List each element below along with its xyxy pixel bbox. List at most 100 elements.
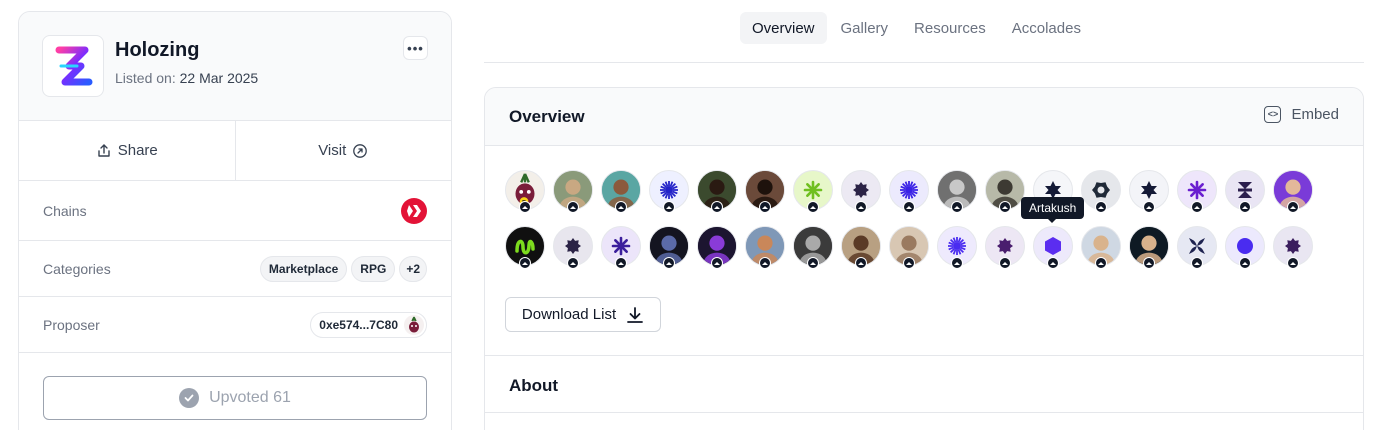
hive-chain-icon[interactable] <box>401 197 427 224</box>
upvote-badge-icon <box>903 257 915 269</box>
upvote-badge-icon <box>615 201 627 213</box>
upvote-badge-icon <box>951 257 963 269</box>
download-icon <box>627 306 644 323</box>
proposer-pill[interactable]: 0xe574...7C80 <box>310 311 427 338</box>
supporter-avatar[interactable] <box>1129 226 1169 269</box>
embed-label: Embed <box>1291 106 1339 123</box>
supporter-avatar[interactable]: P <box>505 170 545 213</box>
upvote-badge-icon <box>567 201 579 213</box>
listed-value: 22 Mar 2025 <box>179 70 259 86</box>
supporter-avatar[interactable] <box>1177 170 1217 213</box>
upvote-badge-icon <box>1191 257 1203 269</box>
gear-blob-icon <box>997 238 1013 254</box>
supporter-avatar[interactable] <box>1177 226 1217 269</box>
upvote-badge-icon <box>1143 201 1155 213</box>
listed-date: Listed on: 22 Mar 2025 <box>115 70 258 86</box>
supporter-avatar[interactable] <box>889 226 929 269</box>
more-options-button[interactable]: ••• <box>403 36 428 60</box>
supporter-avatar[interactable] <box>985 170 1025 213</box>
upvote-badge-icon <box>951 201 963 213</box>
upvote-badge-icon <box>519 201 531 213</box>
upvote-badge-icon <box>807 201 819 213</box>
supporter-avatar[interactable] <box>1081 170 1121 213</box>
sunburst-icon <box>900 181 918 199</box>
supporter-avatar[interactable] <box>745 226 785 269</box>
petal-x-icon <box>1189 238 1205 254</box>
supporter-avatar[interactable] <box>697 170 737 213</box>
supporter-avatar[interactable] <box>1033 226 1073 269</box>
supporter-avatar[interactable] <box>841 226 881 269</box>
overview-card: Overview <> Embed P Artakush Download Li… <box>484 87 1364 430</box>
supporter-avatar[interactable] <box>985 226 1025 269</box>
check-icon <box>179 388 200 408</box>
project-name: Holozing <box>115 39 200 61</box>
supporter-avatar[interactable] <box>937 226 977 269</box>
category-tags: Marketplace RPG +2 <box>259 255 427 282</box>
listed-label: Listed on: <box>115 70 176 86</box>
upvote-badge-icon <box>1287 257 1299 269</box>
upvote-badge-icon <box>1287 201 1299 213</box>
action-row: Share Visit <box>19 120 451 181</box>
tab-accolades[interactable]: Accolades <box>1000 12 1093 44</box>
proposer-avatar <box>404 314 424 335</box>
tab-resources[interactable]: Resources <box>902 12 998 44</box>
upvote-badge-icon <box>855 201 867 213</box>
asterisk-icon <box>1187 180 1207 200</box>
supporter-avatar[interactable] <box>1225 226 1265 269</box>
embed-button[interactable]: <> Embed <box>1264 106 1339 123</box>
tab-divider <box>484 62 1364 63</box>
tab-overview[interactable]: Overview <box>740 12 827 44</box>
gear-icon <box>1092 182 1110 198</box>
upvote-button[interactable]: Upvoted 61 <box>43 376 427 420</box>
upvote-badge-icon <box>1047 257 1059 269</box>
supporter-avatar[interactable] <box>553 170 593 213</box>
proposer-label: Proposer <box>43 316 100 333</box>
gear-blob-icon <box>1285 238 1301 254</box>
supporter-avatar[interactable] <box>601 170 641 213</box>
share-button[interactable]: Share <box>19 121 235 180</box>
category-tag[interactable]: Marketplace <box>259 255 348 282</box>
supporter-avatar[interactable] <box>505 226 545 269</box>
supporter-avatar[interactable] <box>1225 170 1265 213</box>
holozing-logo-icon <box>55 46 93 86</box>
supporter-avatar[interactable] <box>937 170 977 213</box>
download-label: Download List <box>521 306 617 323</box>
upvote-badge-icon <box>711 201 723 213</box>
upvote-badge-icon <box>663 257 675 269</box>
upvote-badge-icon <box>1239 201 1251 213</box>
categories-label: Categories <box>43 260 111 277</box>
supporter-avatar[interactable] <box>649 170 689 213</box>
supporter-avatar[interactable] <box>1081 226 1121 269</box>
category-tag[interactable]: RPG <box>351 255 396 282</box>
supporter-avatar[interactable] <box>745 170 785 213</box>
supporter-avatar[interactable] <box>793 170 833 213</box>
external-link-icon <box>353 143 368 158</box>
supporter-avatar[interactable] <box>841 170 881 213</box>
visit-label: Visit <box>318 142 347 159</box>
visit-button[interactable]: Visit <box>234 121 452 180</box>
supporter-avatar[interactable] <box>601 226 641 269</box>
category-more-tag[interactable]: +2 <box>399 255 427 282</box>
hexagon-icon <box>1045 237 1061 255</box>
upvote-label: Upvoted 61 <box>209 389 291 406</box>
supporter-avatar[interactable] <box>793 226 833 269</box>
supporter-avatar[interactable] <box>1273 170 1313 213</box>
upvote-badge-icon <box>903 201 915 213</box>
upvote-badge-icon <box>711 257 723 269</box>
supporter-avatar[interactable] <box>697 226 737 269</box>
tab-bar: Overview Gallery Resources Accolades <box>740 12 1093 44</box>
supporter-avatar[interactable] <box>553 226 593 269</box>
supporter-avatar[interactable] <box>649 226 689 269</box>
tab-gallery[interactable]: Gallery <box>829 12 901 44</box>
star-six-icon <box>1141 181 1157 199</box>
supporter-avatar[interactable] <box>1129 170 1169 213</box>
supporter-avatar[interactable] <box>1273 226 1313 269</box>
download-list-button[interactable]: Download List <box>505 297 661 332</box>
upvote-badge-icon <box>519 257 531 269</box>
gear-blob-icon <box>853 182 869 198</box>
upvote-badge-icon <box>855 257 867 269</box>
overview-header: Overview <> Embed <box>485 88 1363 146</box>
gear-blob-icon <box>565 238 581 254</box>
supporter-avatar[interactable] <box>889 170 929 213</box>
upvote-badge-icon <box>1191 201 1203 213</box>
